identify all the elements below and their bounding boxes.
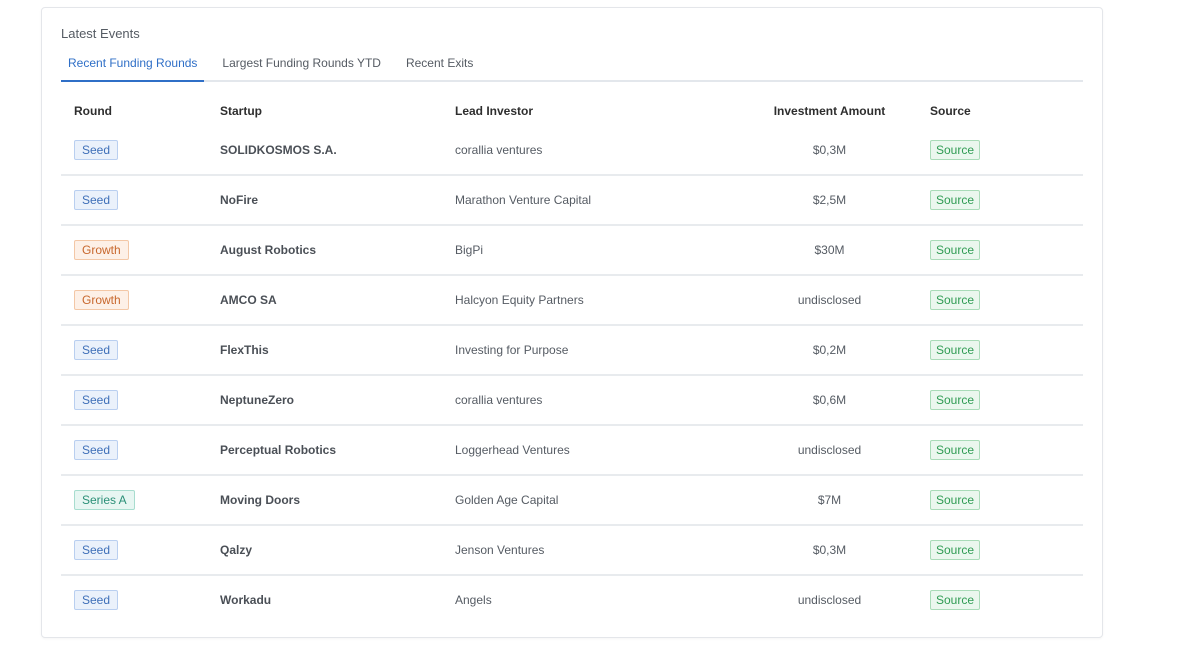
investment-amount: undisclosed [742,275,917,326]
round-badge: Seed [74,390,119,410]
header-lead-investor: Lead Investor [455,104,534,118]
round-cell: Seed [61,375,207,426]
investment-amount: $0,3M [742,525,917,576]
source-cell: Source [917,375,1083,426]
startup-name: SOLIDKOSMOS S.A. [207,126,442,176]
header-investment-amount: Investment Amount [773,104,886,118]
table-row: Seed SOLIDKOSMOS S.A. corallia ventures $0,… [61,126,1083,176]
tab-recent-exits[interactable]: Recent Exits [399,52,480,76]
source-cell: Source [917,475,1083,526]
investment-amount: undisclosed [742,425,917,476]
lead-investor: Golden Age Capital [442,475,742,526]
round-badge: Seed [74,340,119,360]
table-row: Seed NoFire Marathon Venture Capital $2,5M S… [61,175,1083,226]
source-cell: Source [917,525,1083,576]
lead-investor: Loggerhead Ventures [442,425,742,476]
source-link[interactable]: Source [930,390,981,410]
header-startup: Startup [220,104,262,118]
header-source: Source [930,104,971,118]
table-row: Seed FlexThis Investing for Purpose $0,2M So… [61,325,1083,376]
source-link[interactable]: Source [930,590,981,610]
round-cell: Seed [61,175,207,226]
investment-amount: $30M [742,225,917,276]
investment-amount: undisclosed [797,593,862,607]
table-row: Seed NeptuneZero corallia ventures $0,6M Sou… [61,375,1083,426]
source-link[interactable]: Source [930,240,981,260]
startup-name: August Robotics [207,225,442,276]
source-link[interactable]: Source [930,290,981,310]
source-link[interactable]: Source [930,440,981,460]
table-row: Seed Workadu Angels undisclosed Source [61,575,1083,624]
lead-investor: Investing for Purpose [442,325,742,376]
funding-rounds-table: Round Startup Lead Investor Investment A… [61,96,1083,624]
header-round: Round [74,104,112,118]
round-cell: Seed [61,425,207,476]
table-row: Seed Perceptual Robotics Loggerhead Ventur… [61,425,1083,476]
round-badge: Seed [74,540,119,560]
investment-amount: $0,2M [742,325,917,376]
source-cell: Source [917,425,1083,476]
round-cell: Seed [61,525,207,576]
source-link[interactable]: Source [930,490,981,510]
source-link[interactable]: Source [930,140,981,160]
round-cell: Growth [61,225,207,276]
tab-recent-funding-rounds[interactable]: Recent Funding Rounds [61,52,205,82]
startup-name: FlexThis [207,325,442,376]
round-badge: Series A [74,490,135,510]
round-badge: Growth [74,240,129,260]
lead-investor: Halcyon Equity Partners [442,275,742,326]
round-badge: Seed [74,590,119,610]
startup-name: Perceptual Robotics [207,425,442,476]
investment-amount: $2,5M [742,175,917,226]
source-link[interactable]: Source [930,340,981,360]
table-row: Seed Qalzy Jenson Ventures $0,3M Source [61,525,1083,576]
tab-largest-funding-rounds-ytd[interactable]: Largest Funding Rounds YTD [215,52,388,76]
round-cell: Seed [61,575,207,624]
latest-events-card: Latest Events Recent Funding Rounds Larg… [41,7,1103,638]
lead-investor: corallia ventures [442,126,742,176]
table-row: Series A Moving Doors Golden Age Capital $7… [61,475,1083,526]
startup-name: Moving Doors [207,475,442,526]
lead-investor: BigPi [442,225,742,276]
startup-name: Workadu [220,593,272,607]
source-cell: Source [917,225,1083,276]
tab-bar: Recent Funding Rounds Largest Funding Ro… [61,52,1083,82]
startup-name: Qalzy [207,525,442,576]
round-badge: Seed [74,140,119,160]
round-cell: Seed [61,325,207,376]
table-row: Growth AMCO SA Halcyon Equity Partners undi… [61,275,1083,326]
source-link[interactable]: Source [930,540,981,560]
investment-amount: $0,3M [742,126,917,176]
investment-amount: $7M [742,475,917,526]
source-cell: Source [917,325,1083,376]
source-cell: Source [917,575,1083,624]
round-cell: Series A [61,475,207,526]
startup-name: AMCO SA [207,275,442,326]
source-cell: Source [917,175,1083,226]
round-badge: Seed [74,190,119,210]
table-header-row: Round Startup Lead Investor Investment A… [61,96,1083,126]
source-cell: Source [917,126,1083,176]
card-title: Latest Events [61,26,140,41]
lead-investor: Jenson Ventures [442,525,742,576]
lead-investor: corallia ventures [442,375,742,426]
investment-amount: $0,6M [742,375,917,426]
table-row: Growth August Robotics BigPi $30M Source [61,225,1083,276]
source-link[interactable]: Source [930,190,981,210]
round-cell: Seed [61,126,207,176]
lead-investor: Angels [455,593,492,607]
round-badge: Seed [74,440,119,460]
round-badge: Growth [74,290,129,310]
round-cell: Growth [61,275,207,326]
startup-name: NoFire [207,175,442,226]
lead-investor: Marathon Venture Capital [442,175,742,226]
source-cell: Source [917,275,1083,326]
startup-name: NeptuneZero [207,375,442,426]
